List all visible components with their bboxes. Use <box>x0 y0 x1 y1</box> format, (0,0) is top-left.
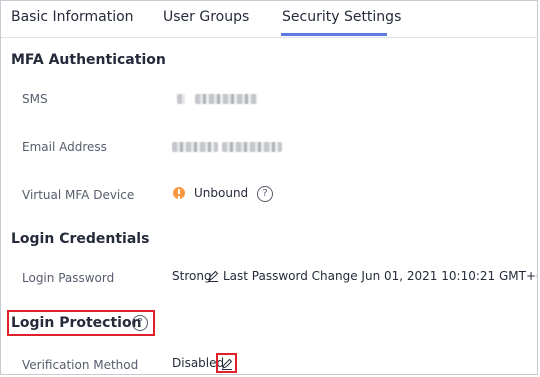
help-icon[interactable]: ? <box>257 186 273 202</box>
tab-user-groups[interactable]: User Groups <box>163 9 249 25</box>
active-tab-indicator <box>281 33 387 36</box>
security-settings-panel: Basic Information User Groups Security S… <box>0 0 538 375</box>
email-label: Email Address <box>22 140 107 154</box>
mfa-section-title: MFA Authentication <box>11 52 166 68</box>
highlight-box-edit <box>216 353 237 373</box>
last-password-change: Last Password Change Jun 01, 2021 10:10:… <box>223 269 538 283</box>
highlight-box-login-protection <box>7 310 155 336</box>
tab-bar: Basic Information User Groups Security S… <box>1 1 537 38</box>
edit-password-icon[interactable] <box>207 270 219 282</box>
verification-method-label: Verification Method <box>22 358 139 372</box>
password-strength: Strong <box>172 269 212 283</box>
login-credentials-title: Login Credentials <box>11 231 150 247</box>
tab-security-settings[interactable]: Security Settings <box>282 9 401 25</box>
tab-basic-information[interactable]: Basic Information <box>11 9 134 25</box>
sms-label: SMS <box>22 92 48 106</box>
login-password-label: Login Password <box>22 271 115 285</box>
virtual-mfa-status: Unbound <box>194 186 249 200</box>
warning-icon <box>173 187 185 199</box>
virtual-mfa-label: Virtual MFA Device <box>22 188 135 202</box>
